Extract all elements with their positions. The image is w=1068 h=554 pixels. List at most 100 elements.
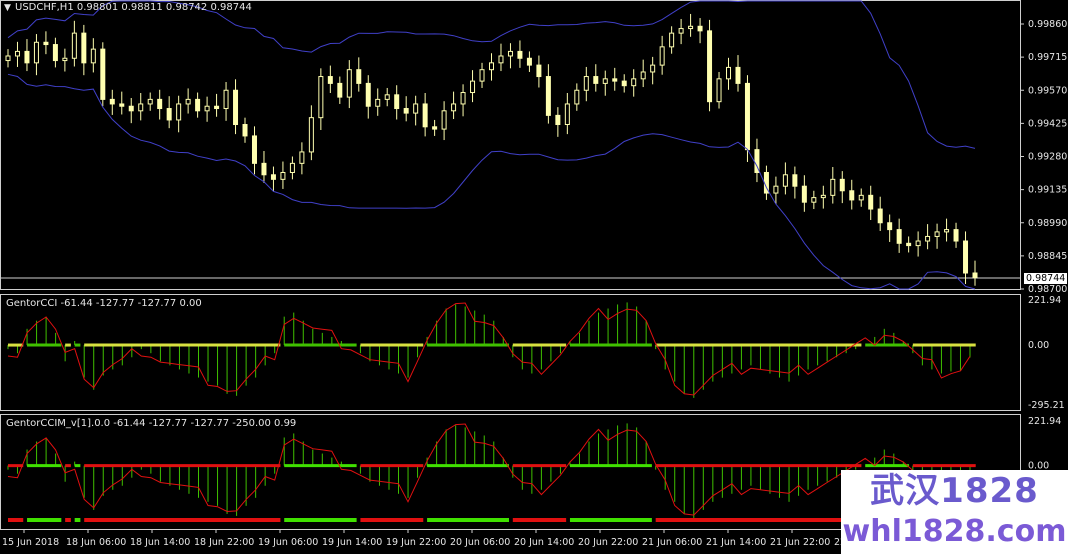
ccim-axis-label: 221.94	[1028, 416, 1061, 427]
ccim-signal-line	[7, 423, 971, 516]
candle-body	[688, 25, 694, 30]
cci-axis-label: 221.94	[1028, 295, 1061, 306]
time-axis-label: 18 Jun 06:00	[66, 537, 126, 548]
candle-body	[214, 105, 220, 110]
bollinger-lower-band	[7, 73, 976, 290]
candle-body	[830, 178, 836, 196]
price-axis-label: 0.99715	[1028, 52, 1067, 63]
price-axis-label: 0.98700	[1028, 284, 1067, 295]
candle-body	[953, 229, 959, 242]
time-axis-label: 18 Jun 22:00	[194, 537, 254, 548]
candle-body	[536, 64, 542, 78]
candle-body	[612, 78, 618, 82]
candle-body	[640, 71, 646, 80]
candle-body	[432, 126, 438, 130]
candle-body	[545, 76, 551, 116]
chart-menu-arrow-icon[interactable]: ▼	[4, 3, 11, 13]
candle-body	[157, 98, 163, 110]
price-axis-label: 0.98990	[1028, 218, 1067, 229]
candle-body	[119, 103, 125, 107]
candle-body	[868, 194, 874, 210]
candle-body	[583, 76, 589, 91]
ccim-window-header: GentorCCIM_v[1].0.0 -61.44 -127.77 -127.…	[6, 418, 297, 429]
candle-body	[24, 50, 30, 64]
watermark-logo: 武汉1828 whl1828.com	[841, 470, 1068, 554]
time-axis-label: 20 Jun 06:00	[450, 537, 510, 548]
candle-body	[204, 105, 210, 112]
candle-body	[479, 69, 485, 82]
candle-body	[735, 66, 741, 84]
time-axis-label: 19 Jun 14:00	[322, 537, 382, 548]
current-price-tag: 0.98744	[1024, 273, 1068, 284]
candle-body	[517, 50, 523, 59]
candle-body	[223, 89, 229, 110]
candle-body	[43, 41, 49, 46]
candle-body	[896, 229, 902, 244]
candle-body	[261, 162, 267, 176]
candle-body	[650, 64, 656, 73]
candle-body	[915, 240, 921, 247]
time-axis-label: 20 Jun 14:00	[514, 537, 574, 548]
candle-body	[195, 98, 201, 112]
candle-body	[100, 48, 106, 100]
time-axis-label: 15 Jun 2018	[2, 537, 59, 548]
candle-body	[697, 25, 703, 32]
candle-body	[460, 92, 466, 105]
candle-body	[413, 103, 419, 114]
candle-body	[280, 171, 286, 180]
candle-body	[972, 272, 978, 279]
candle-body	[299, 151, 305, 164]
candle-body	[944, 229, 950, 233]
candle-body	[744, 82, 750, 151]
cci-window-frame	[0, 294, 1021, 411]
price-window-header: USDCHF,H1 0.98801 0.98811 0.98742 0.9874…	[15, 2, 252, 13]
candle-body	[375, 98, 381, 107]
watermark-line2: whl1828.com	[842, 514, 1067, 549]
candle-body	[574, 89, 580, 105]
watermark-line1: 武汉1828	[870, 471, 1039, 511]
cci-axis-label: 0.00	[1028, 340, 1049, 351]
candle-body	[526, 57, 532, 66]
candle-body	[308, 117, 314, 153]
candle-body	[877, 208, 883, 224]
candle-body	[906, 242, 912, 247]
candle-body	[365, 82, 371, 107]
time-axis-label: 21 Jun 22:00	[770, 537, 830, 548]
candle-body	[5, 55, 11, 62]
candle-body	[176, 103, 182, 121]
candle-body	[593, 76, 599, 84]
candle-body	[621, 80, 627, 87]
candle-body	[820, 194, 826, 199]
candle-body	[489, 62, 494, 71]
candle-body	[849, 190, 855, 201]
candle-body	[138, 103, 144, 112]
candle-body	[356, 69, 362, 84]
candle-body	[109, 98, 115, 105]
candle-body	[726, 66, 732, 80]
candle-body	[792, 174, 798, 187]
candle-body	[327, 76, 333, 84]
candle-body	[33, 41, 39, 64]
candle-body	[925, 235, 931, 242]
candle-body	[934, 231, 940, 237]
price-axis-label: 0.99280	[1028, 152, 1067, 163]
candle-body	[52, 44, 58, 62]
candle-body	[811, 197, 817, 203]
candle-body	[14, 50, 20, 57]
candle-body	[233, 89, 239, 126]
candle-body	[507, 50, 513, 57]
candle-body	[801, 185, 807, 203]
candle-body	[346, 69, 352, 98]
candle-body	[498, 55, 504, 64]
cci-window-header: GentorCCI -61.44 -127.77 -127.77 0.00	[6, 298, 202, 309]
candle-body	[147, 98, 153, 105]
cci-axis-label: -295.21	[1028, 400, 1065, 411]
price-axis-label: 0.99570	[1028, 85, 1067, 96]
price-axis-label: 0.99425	[1028, 118, 1067, 129]
time-axis-label: 18 Jun 14:00	[130, 537, 190, 548]
candle-body	[470, 80, 476, 94]
candle-body	[716, 78, 722, 103]
candle-body	[963, 240, 969, 274]
candle-body	[62, 57, 68, 62]
candle-body	[394, 94, 400, 110]
